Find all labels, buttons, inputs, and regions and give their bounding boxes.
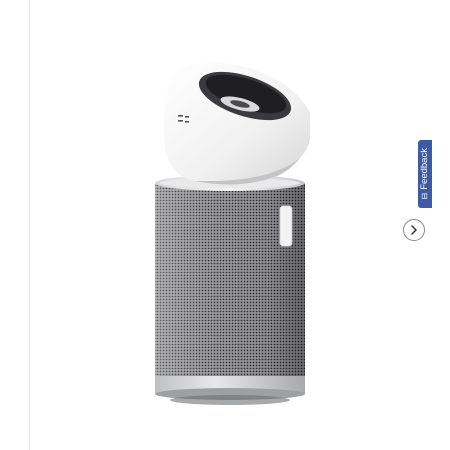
gallery-divider: [29, 0, 30, 450]
product-gallery: ⊟ Feedback: [0, 0, 450, 450]
product-image: [155, 62, 310, 405]
feedback-icon: ⊟: [420, 193, 429, 200]
chevron-right-icon: [411, 225, 417, 235]
feedback-tab[interactable]: ⊟ Feedback: [418, 140, 432, 208]
carousel-next-button[interactable]: [403, 219, 425, 241]
feedback-label: Feedback: [419, 148, 431, 191]
